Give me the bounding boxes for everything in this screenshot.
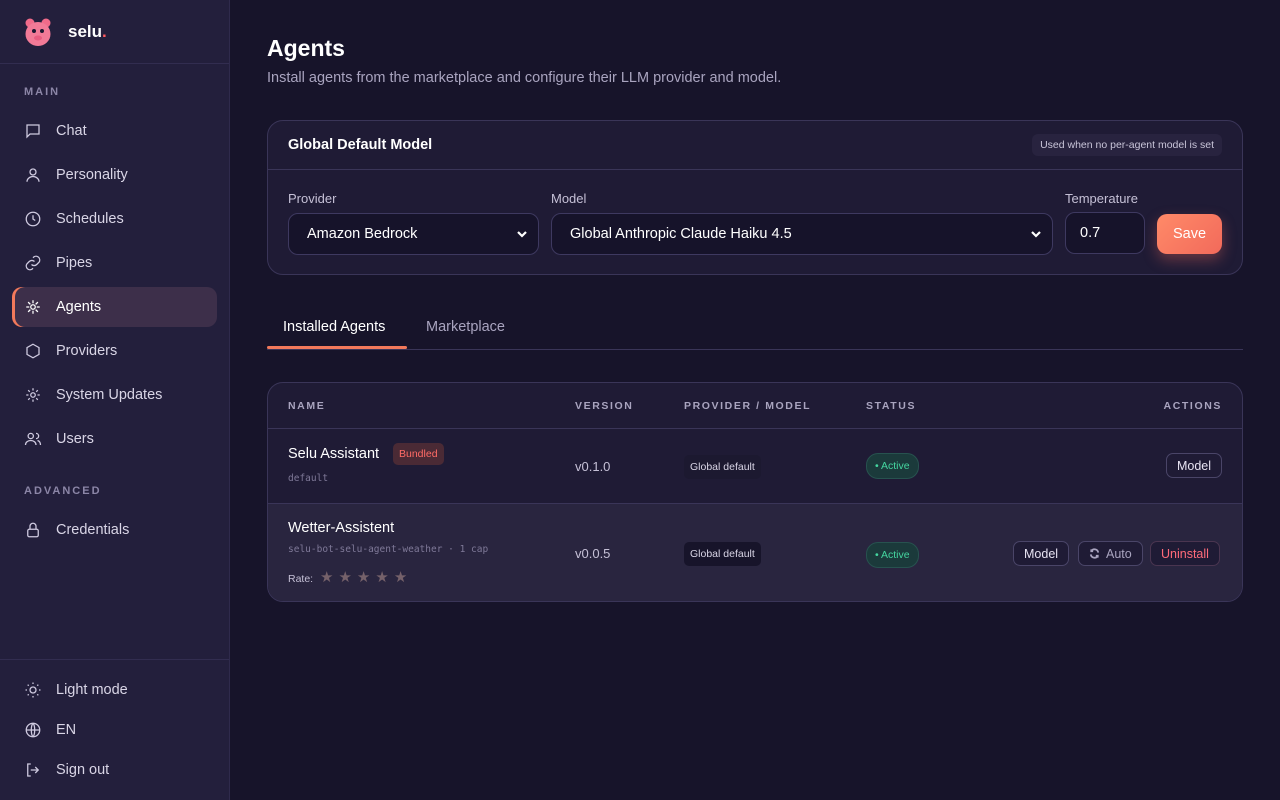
tab-installed-agents[interactable]: Installed Agents bbox=[283, 319, 385, 335]
table-header: NAME VERSION PROVIDER / MODEL STATUS ACT… bbox=[268, 383, 1242, 429]
global-default-model-card: Global Default Model Used when no per-ag… bbox=[267, 120, 1243, 275]
temperature-label: Temperature bbox=[1065, 191, 1138, 206]
agent-version: v0.0.5 bbox=[575, 546, 611, 561]
logo-icon bbox=[25, 18, 51, 46]
hexagon-icon bbox=[26, 343, 40, 359]
sidebar-item-credentials[interactable]: Credentials bbox=[12, 510, 217, 550]
rate-label: Rate: bbox=[288, 573, 314, 585]
uninstall-button[interactable]: Uninstall bbox=[1150, 541, 1220, 566]
sidebar: selu. MAIN Chat Personality Schedules Pi… bbox=[0, 0, 230, 800]
sidebar-item-label: Personality bbox=[56, 167, 128, 183]
star-icon[interactable]: ★ bbox=[338, 570, 351, 586]
sidebar-item-label: Schedules bbox=[56, 211, 124, 227]
card-title: Global Default Model bbox=[288, 137, 433, 153]
sidebar-item-personality[interactable]: Personality bbox=[12, 155, 217, 195]
sidebar-item-users[interactable]: Users bbox=[12, 419, 217, 459]
active-tab-indicator bbox=[267, 346, 407, 349]
tab-marketplace[interactable]: Marketplace bbox=[426, 319, 505, 335]
lock-icon bbox=[27, 522, 39, 538]
sidebar-item-label: Agents bbox=[56, 299, 102, 315]
provider-model-pill: Global default bbox=[684, 542, 761, 566]
light-mode-toggle[interactable]: Light mode bbox=[12, 670, 217, 710]
model-button[interactable]: Model bbox=[1013, 541, 1070, 566]
temperature-input[interactable]: 0.7 bbox=[1065, 212, 1145, 254]
brand-name: selu bbox=[68, 21, 103, 41]
sidebar-item-providers[interactable]: Providers bbox=[12, 331, 217, 371]
chat-icon bbox=[26, 124, 40, 139]
table-row: Wetter-Assistent selu-bot-selu-agent-wea… bbox=[268, 504, 1242, 601]
sidebar-footer: Light mode EN Sign out bbox=[0, 659, 229, 800]
sidebar-item-agents[interactable]: Agents bbox=[12, 287, 217, 327]
sidebar-item-schedules[interactable]: Schedules bbox=[12, 199, 217, 239]
star-icon[interactable]: ★ bbox=[320, 570, 333, 586]
rating-stars[interactable]: ★ ★ ★ ★ ★ bbox=[320, 570, 412, 586]
status-badge: • Active bbox=[866, 542, 919, 568]
sidebar-item-pipes[interactable]: Pipes bbox=[12, 243, 217, 283]
save-button[interactable]: Save bbox=[1157, 214, 1222, 254]
card-header: Global Default Model Used when no per-ag… bbox=[268, 121, 1242, 170]
agent-id: selu-bot-selu-agent-weather · 1 cap bbox=[288, 544, 489, 555]
model-value: Global Anthropic Claude Haiku 4.5 bbox=[570, 226, 792, 242]
auto-label: Auto bbox=[1106, 546, 1132, 561]
sidebar-item-label: Providers bbox=[56, 343, 118, 359]
page-subtitle: Install agents from the marketplace and … bbox=[267, 70, 782, 86]
status-badge: • Active bbox=[866, 453, 919, 479]
model-label: Model bbox=[551, 191, 587, 206]
provider-value: Amazon Bedrock bbox=[307, 226, 418, 242]
agent-name: Wetter-Assistent bbox=[288, 520, 395, 536]
main-content: Agents Install agents from the marketpla… bbox=[230, 0, 1280, 800]
agent-name: Selu Assistant bbox=[288, 446, 380, 462]
installed-agents-table: NAME VERSION PROVIDER / MODEL STATUS ACT… bbox=[267, 382, 1243, 602]
page-title: Agents bbox=[267, 35, 345, 61]
provider-label: Provider bbox=[288, 191, 337, 206]
sign-out-label: Sign out bbox=[56, 762, 110, 778]
user-icon bbox=[26, 168, 40, 182]
column-header-status: STATUS bbox=[866, 400, 917, 412]
chevron-down-icon bbox=[517, 231, 527, 238]
light-mode-label: Light mode bbox=[56, 682, 128, 698]
language-selector[interactable]: EN bbox=[12, 710, 217, 750]
provider-model-pill: Global default bbox=[684, 455, 761, 479]
column-header-actions: ACTIONS bbox=[1163, 400, 1222, 412]
sidebar-item-label: Users bbox=[56, 431, 94, 447]
sign-out-button[interactable]: Sign out bbox=[12, 750, 217, 790]
section-label-main: MAIN bbox=[24, 86, 61, 98]
sidebar-item-label: System Updates bbox=[56, 387, 163, 403]
users-icon bbox=[24, 432, 42, 446]
chevron-down-icon bbox=[1031, 231, 1041, 238]
sign-out-icon bbox=[27, 763, 40, 777]
globe-icon bbox=[25, 722, 41, 738]
sun-icon bbox=[25, 682, 41, 698]
model-button[interactable]: Model bbox=[1165, 453, 1222, 478]
provider-select[interactable]: Amazon Bedrock bbox=[288, 213, 539, 255]
link-icon bbox=[25, 255, 41, 271]
agent-id: default bbox=[288, 473, 329, 484]
auto-button[interactable]: Auto bbox=[1078, 541, 1143, 566]
sidebar-item-system-updates[interactable]: System Updates bbox=[12, 375, 217, 415]
model-select[interactable]: Global Anthropic Claude Haiku 4.5 bbox=[551, 213, 1053, 255]
language-label: EN bbox=[56, 722, 77, 738]
star-icon[interactable]: ★ bbox=[375, 570, 388, 586]
column-header-version: VERSION bbox=[575, 400, 634, 412]
tabs: Installed Agents Marketplace bbox=[267, 306, 1243, 350]
bundled-badge: Bundled bbox=[393, 443, 444, 465]
refresh-icon bbox=[1089, 548, 1100, 559]
brand-dot: . bbox=[102, 21, 107, 41]
sidebar-item-label: Credentials bbox=[56, 522, 130, 538]
star-icon[interactable]: ★ bbox=[394, 570, 407, 586]
column-header-provider-model: PROVIDER / MODEL bbox=[684, 400, 812, 412]
brand[interactable]: selu. bbox=[0, 0, 229, 64]
agents-icon bbox=[26, 300, 40, 314]
hint-badge: Used when no per-agent model is set bbox=[1032, 134, 1222, 156]
sidebar-item-chat[interactable]: Chat bbox=[12, 111, 217, 151]
column-header-name: NAME bbox=[288, 400, 326, 412]
agent-version: v0.1.0 bbox=[575, 459, 611, 474]
sidebar-item-label: Pipes bbox=[56, 255, 93, 271]
table-row: Selu Assistant Bundled default v0.1.0 Gl… bbox=[268, 429, 1242, 504]
clock-icon bbox=[25, 211, 41, 227]
sidebar-item-label: Chat bbox=[56, 123, 87, 139]
section-label-advanced: ADVANCED bbox=[24, 485, 102, 497]
gear-icon bbox=[26, 388, 40, 402]
star-icon[interactable]: ★ bbox=[357, 570, 370, 586]
